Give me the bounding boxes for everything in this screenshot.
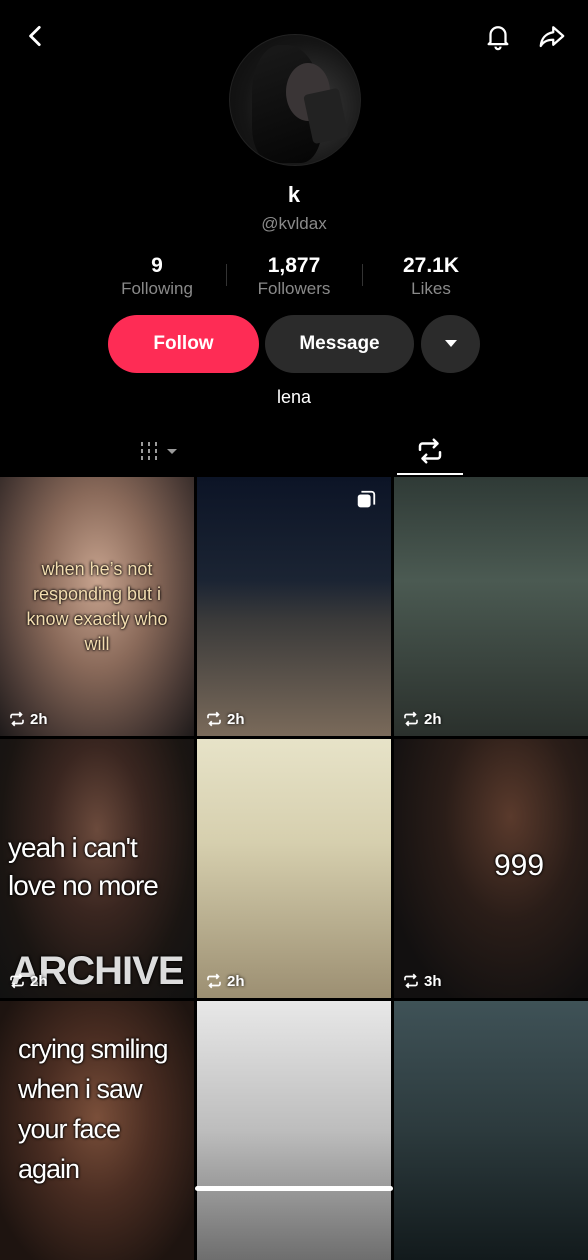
video-caption: yeah i can't love no more (8, 832, 159, 901)
notification-bell-button[interactable] (476, 14, 520, 58)
repost-time: 2h (205, 972, 245, 990)
followers-label: Followers (257, 279, 331, 298)
back-icon (29, 25, 41, 47)
video-thumbnail[interactable]: yeah i can't love no more ARCHIVE 2h (0, 739, 194, 998)
video-thumbnail[interactable]: crying smiling when i saw your face agai… (0, 1001, 194, 1260)
tab-videos[interactable] (100, 426, 220, 476)
likes-label: Likes (411, 279, 451, 298)
repost-icon (10, 973, 24, 989)
video-thumbnail[interactable]: 2h (197, 477, 391, 736)
grid-icon (141, 442, 177, 460)
avatar[interactable] (229, 34, 361, 166)
message-button[interactable]: Message (265, 315, 414, 373)
time-ago: 2h (30, 972, 48, 990)
likes-count: 27.1K (402, 254, 460, 277)
stat-following[interactable]: 9 Following (87, 254, 227, 300)
repost-icon (404, 973, 418, 989)
time-ago: 2h (30, 710, 48, 728)
followers-count: 1,877 (267, 254, 321, 277)
video-caption: crying smiling when i saw your face agai… (18, 1034, 169, 1184)
active-tab-indicator (397, 473, 463, 475)
video-thumbnail[interactable]: 999 3h (394, 739, 588, 998)
repost-time: 2h (205, 710, 245, 728)
share-icon (539, 26, 565, 48)
stat-followers[interactable]: 1,877 Followers (224, 254, 364, 300)
repost-icon (207, 711, 221, 727)
stat-divider (362, 264, 363, 286)
multi-photo-icon (357, 490, 376, 508)
following-count: 9 (151, 254, 163, 277)
repost-icon (404, 711, 418, 727)
repost-time: 2h (8, 710, 48, 728)
tab-reposts[interactable] (397, 426, 463, 476)
more-options-button[interactable] (421, 315, 480, 373)
time-ago: 2h (227, 710, 245, 728)
video-thumbnail[interactable]: 2h (394, 477, 588, 736)
video-thumbnail[interactable]: 2h (197, 739, 391, 998)
follow-button[interactable]: Follow (108, 315, 259, 373)
time-ago: 3h (424, 972, 442, 990)
video-thumbnail[interactable]: when he’s not responding but i know exac… (0, 477, 194, 736)
repost-icon (207, 973, 221, 989)
following-label: Following (121, 279, 193, 298)
video-grid: when he’s not responding but i know exac… (0, 477, 588, 1260)
video-caption: when he’s not responding but i know exac… (26, 559, 168, 654)
video-thumbnail[interactable] (394, 1001, 588, 1260)
video-caption: 999 (493, 849, 545, 882)
stat-divider (226, 264, 227, 286)
repost-icon (418, 438, 442, 464)
chevron-down-icon (444, 340, 457, 347)
share-button[interactable] (530, 14, 574, 58)
back-button[interactable] (14, 14, 58, 58)
bio-text: lena (276, 387, 312, 407)
repost-time: 2h (8, 972, 48, 990)
display-name: k (287, 182, 301, 207)
content-tabs (0, 426, 588, 476)
stat-likes[interactable]: 27.1K Likes (361, 254, 501, 300)
home-indicator (195, 1186, 393, 1191)
time-ago: 2h (424, 710, 442, 728)
repost-time: 2h (402, 710, 442, 728)
repost-icon (10, 711, 24, 727)
video-thumbnail[interactable] (197, 1001, 391, 1260)
repost-time: 3h (402, 972, 442, 990)
profile-stats: 9 Following 1,877 Followers 27.1K Likes (0, 254, 588, 304)
username-handle: @kvldax (261, 214, 327, 233)
time-ago: 2h (227, 972, 245, 990)
bell-icon (487, 26, 509, 51)
